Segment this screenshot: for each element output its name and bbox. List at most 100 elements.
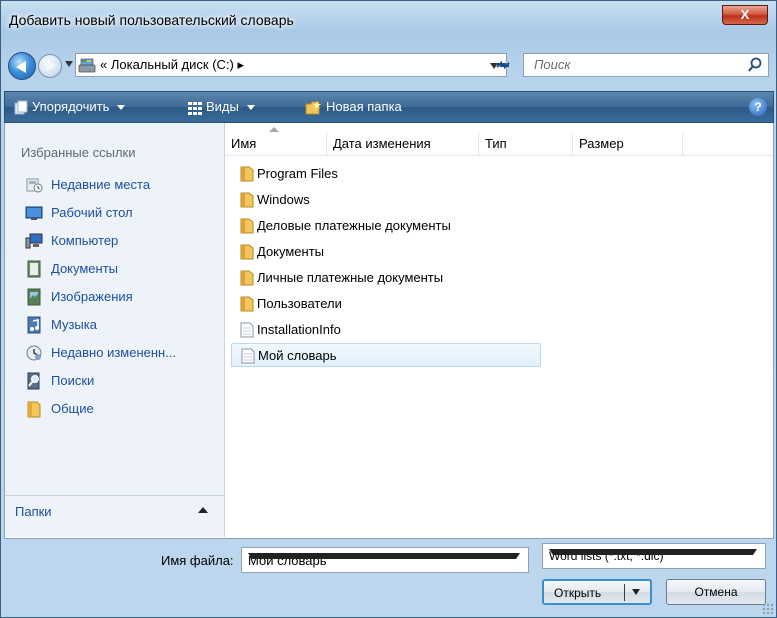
file-name: Windows (257, 192, 310, 207)
file-list: Имя Дата изменения Тип Размер Program Fi… (225, 123, 773, 537)
sidebar-item-label: Изображения (51, 289, 133, 304)
filetype-select[interactable]: Word lists (*.txt, *.dic) (542, 543, 766, 569)
recent-places-icon (26, 178, 43, 193)
sidebar-item-public[interactable]: Общие (5, 397, 224, 423)
refresh-icon (496, 60, 510, 70)
sidebar-item-label: Недавние места (51, 177, 151, 192)
back-button[interactable] (8, 52, 36, 80)
sidebar-item-searches[interactable]: Поиски (5, 369, 224, 395)
new-folder-icon (305, 100, 321, 115)
recently-changed-icon (26, 345, 42, 361)
public-icon (27, 401, 41, 418)
sidebar-item-pictures[interactable]: Изображения (5, 285, 224, 311)
sidebar-item-desktop[interactable]: Рабочий стол (5, 201, 224, 227)
file-name: Документы (257, 244, 325, 259)
column-date[interactable]: Дата изменения (327, 133, 479, 155)
search-input[interactable]: Поиск (534, 57, 571, 72)
sidebar-item-recent-places[interactable]: Недавние места (5, 173, 224, 199)
views-dropdown-arrow (246, 105, 255, 111)
sidebar-item-recently-changed[interactable]: Недавно измененн... (5, 341, 224, 367)
views-icon (188, 101, 202, 115)
organize-icon (14, 100, 28, 115)
column-name[interactable]: Имя (225, 127, 327, 155)
sidebar-item-label: Недавно измененн... (51, 345, 177, 360)
pictures-icon (27, 288, 41, 306)
list-item[interactable]: Пользователи (231, 292, 541, 316)
sidebar-item-documents[interactable]: Документы (5, 257, 224, 283)
desktop-icon (25, 206, 43, 220)
column-size-label: Размер (579, 136, 624, 151)
sidebar-item-music[interactable]: Музыка (5, 313, 224, 339)
list-item[interactable]: Документы (231, 240, 541, 264)
views-label: Виды (206, 99, 239, 114)
list-item[interactable]: InstallationInfo (231, 318, 541, 342)
folder-icon (240, 192, 254, 208)
title-bar[interactable]: Добавить новый пользовательский словарь … (1, 1, 776, 39)
organize-label: Упорядочить (32, 99, 110, 114)
column-name-label: Имя (231, 136, 257, 151)
folder-icon (240, 296, 254, 312)
list-item[interactable]: Личные платежные документы (231, 266, 541, 290)
filename-label: Имя файла: (161, 553, 234, 568)
file-name: Деловые платежные документы (257, 218, 451, 233)
sidebar-item-label: Поиски (51, 373, 95, 388)
file-name: Program Files (257, 166, 338, 181)
split-separator (624, 584, 625, 601)
filename-field[interactable]: Мой словарь (241, 547, 529, 573)
column-size[interactable]: Размер (573, 133, 683, 155)
file-name: InstallationInfo (257, 322, 341, 337)
search-box[interactable]: Поиск (523, 53, 769, 77)
search-icon[interactable] (746, 56, 764, 74)
documents-icon (27, 260, 41, 278)
navigation-bar: « Локальный диск (C:) ▸ Поиск (1, 43, 776, 87)
filename-dropdown[interactable] (248, 553, 520, 559)
list-item[interactable]: Windows (231, 188, 541, 212)
folder-icon (240, 218, 254, 234)
resize-grip[interactable] (762, 603, 774, 615)
breadcrumb[interactable]: « Локальный диск (C:) ▸ (100, 57, 244, 73)
column-type-label: Тип (485, 136, 507, 151)
sidebar-item-label: Документы (51, 261, 119, 276)
open-options-arrow[interactable] (632, 589, 640, 595)
folders-toggle[interactable]: Папки (5, 495, 224, 526)
sidebar-item-label: Музыка (51, 317, 97, 332)
column-type[interactable]: Тип (479, 133, 573, 155)
folder-icon (240, 244, 254, 260)
drive-icon (78, 58, 96, 73)
forward-button[interactable] (38, 54, 62, 78)
column-date-label: Дата изменения (333, 136, 431, 151)
organize-button[interactable]: Упорядочить (13, 92, 126, 122)
sidebar-item-computer[interactable]: Компьютер (5, 229, 224, 255)
list-item[interactable]: Program Files (231, 162, 541, 186)
folder-icon (240, 166, 254, 182)
close-button[interactable]: X (722, 5, 768, 25)
folder-icon (240, 270, 254, 286)
recent-pages-dropdown[interactable] (65, 61, 73, 67)
new-folder-button[interactable]: Новая папка (305, 92, 402, 122)
list-item[interactable]: Деловые платежные документы (231, 214, 541, 238)
sidebar-item-label: Компьютер (51, 233, 119, 248)
open-label: Открыть (554, 586, 602, 600)
dialog-window: Добавить новый пользовательский словарь … (0, 0, 777, 618)
list-item-selected[interactable]: Мой словарь (231, 343, 541, 367)
command-toolbar: Упорядочить Виды Новая папка ? (4, 91, 774, 123)
file-name: Пользователи (257, 296, 342, 311)
organize-dropdown-arrow (117, 105, 126, 111)
refresh-button[interactable] (489, 53, 517, 77)
address-bar[interactable]: « Локальный диск (C:) ▸ (75, 53, 507, 77)
file-name: Мой словарь (258, 348, 337, 363)
chevron-up-icon (198, 507, 208, 513)
sidebar-item-label: Рабочий стол (51, 205, 133, 220)
views-button[interactable]: Виды (187, 92, 255, 122)
cancel-button[interactable]: Отмена (666, 579, 766, 605)
searches-icon (27, 372, 40, 390)
help-button[interactable]: ? (749, 98, 767, 116)
computer-icon (25, 233, 43, 249)
new-folder-label: Новая папка (326, 99, 402, 114)
chevron-down-icon (549, 549, 757, 555)
music-icon (27, 316, 41, 334)
file-name: Личные платежные документы (257, 270, 444, 285)
window-title: Добавить новый пользовательский словарь (9, 12, 294, 28)
text-file-icon (240, 322, 254, 338)
open-button[interactable]: Открыть (542, 579, 652, 605)
